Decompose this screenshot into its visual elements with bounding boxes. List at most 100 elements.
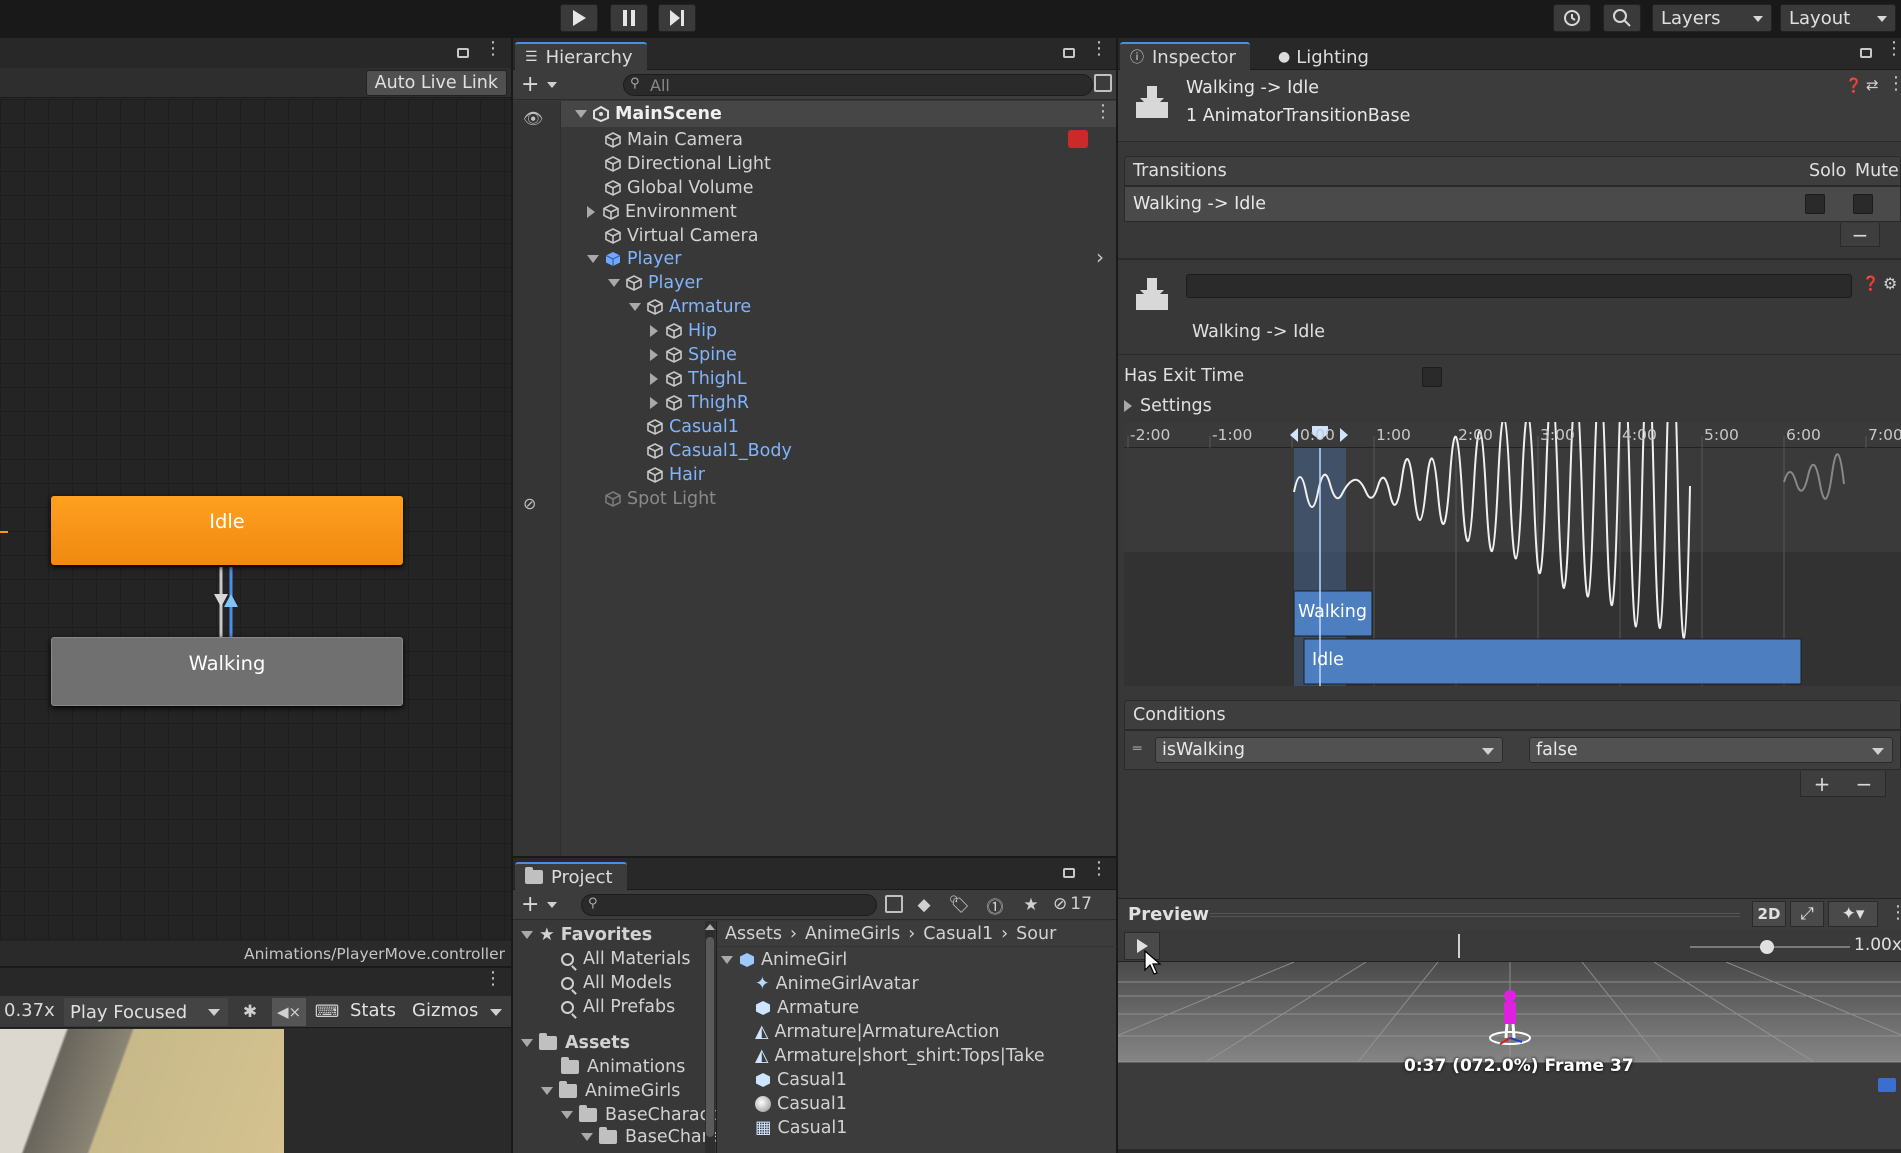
more-options-icon[interactable]: ⋮ <box>484 970 502 988</box>
hierarchy-search[interactable]: ⚲ All <box>623 74 1093 96</box>
keyboard-icon[interactable]: ⌨ <box>310 1000 344 1024</box>
search-button[interactable] <box>1603 4 1641 32</box>
breadcrumb-item[interactable]: AnimeGirls <box>805 924 900 944</box>
tab-inspector[interactable]: ⓘ Inspector <box>1120 42 1250 70</box>
tree-scrollbar[interactable] <box>705 921 715 1153</box>
play-mode-dropdown[interactable]: Play Focused <box>64 998 228 1026</box>
warning-icon[interactable]: ⓵ <box>980 893 1010 918</box>
lock-icon[interactable] <box>457 48 469 58</box>
file-item[interactable]: Casual1 <box>755 1092 847 1116</box>
chevron-right-icon[interactable] <box>650 349 658 361</box>
lock-icon[interactable] <box>1860 48 1872 58</box>
hierarchy-item[interactable]: Player <box>608 271 702 295</box>
file-item[interactable]: Armature <box>755 996 859 1020</box>
favorites-header[interactable]: ★ Favorites <box>521 923 652 947</box>
condition-value-dropdown[interactable]: false <box>1529 737 1893 763</box>
gear-icon[interactable]: ⚙ <box>1883 274 1897 293</box>
tree-item[interactable]: AnimeGirls <box>541 1079 680 1103</box>
has-exit-time-checkbox[interactable] <box>1422 367 1442 387</box>
favorite-item[interactable]: All Prefabs <box>561 995 675 1019</box>
hierarchy-item[interactable]: Casual1_Body <box>647 439 792 463</box>
stats-button[interactable]: Stats <box>350 1000 396 1021</box>
mute-audio-icon[interactable]: ◀× <box>272 998 306 1026</box>
hierarchy-item[interactable]: ThighR <box>650 391 749 415</box>
chevron-down-icon[interactable] <box>541 1087 553 1095</box>
history-button[interactable] <box>1553 4 1591 32</box>
auto-live-link-button[interactable]: Auto Live Link <box>365 70 507 96</box>
bug-icon[interactable]: ✱ <box>234 1000 266 1024</box>
pivot-icon[interactable]: ⤢ <box>1790 901 1824 927</box>
layers-dropdown[interactable]: Layers <box>1652 4 1772 32</box>
label-tag-icon[interactable]: 🏷 <box>944 893 974 917</box>
hierarchy-item[interactable]: Hair <box>647 463 705 487</box>
chevron-down-icon[interactable] <box>629 303 641 311</box>
label-tag-icon[interactable] <box>1878 1078 1896 1092</box>
layout-dropdown[interactable]: Layout <box>1780 4 1896 32</box>
project-search[interactable]: ⚲ <box>581 894 877 916</box>
solo-checkbox[interactable] <box>1805 194 1825 214</box>
file-item[interactable]: ✦ AnimeGirlAvatar <box>755 972 919 996</box>
chevron-right-icon[interactable]: › <box>1096 245 1104 269</box>
chevron-right-icon[interactable] <box>587 206 595 218</box>
hierarchy-item[interactable]: Directional Light <box>605 152 771 176</box>
breadcrumb-item[interactable]: Assets <box>725 924 782 944</box>
transition-row[interactable]: Walking -> Idle <box>1124 186 1901 222</box>
remove-condition-button[interactable]: − <box>1856 772 1873 796</box>
pause-button[interactable] <box>610 4 648 32</box>
preview-2d-button[interactable]: 2D <box>1752 901 1786 927</box>
chevron-down-icon[interactable] <box>721 956 733 964</box>
chevron-down-icon[interactable] <box>521 931 533 939</box>
file-item[interactable]: ◭ Armature|ArmatureAction <box>755 1020 1000 1044</box>
chevron-down-icon[interactable] <box>561 1111 573 1119</box>
add-icon[interactable]: + <box>521 72 539 97</box>
scale-value[interactable]: 0.37x <box>4 1000 55 1021</box>
remove-transition-button[interactable]: − <box>1840 223 1880 247</box>
step-button[interactable] <box>658 4 696 32</box>
more-options-icon[interactable]: ⋮ <box>1885 40 1901 58</box>
state-idle[interactable]: Idle <box>51 496 403 565</box>
state-walking[interactable]: Walking <box>51 637 403 706</box>
scene-row[interactable]: MainScene ⋮ <box>561 101 1116 127</box>
star-icon[interactable]: ★ <box>1016 893 1046 917</box>
add-icon[interactable]: + <box>521 892 539 917</box>
add-condition-button[interactable]: + <box>1814 772 1831 796</box>
hierarchy-item[interactable]: Player <box>587 247 681 271</box>
hierarchy-item[interactable]: Spot Light <box>605 487 716 511</box>
breadcrumb-item[interactable]: Sour <box>1016 924 1056 944</box>
file-item[interactable]: ▦ Casual1 <box>755 1116 847 1140</box>
hierarchy-item[interactable]: Casual1 <box>647 415 739 439</box>
chevron-right-icon[interactable] <box>650 373 658 385</box>
clip-walking[interactable]: Walking <box>1298 602 1367 622</box>
gizmos-button[interactable]: Gizmos <box>412 1000 478 1021</box>
help-icon[interactable]: ❓ <box>1862 276 1879 292</box>
scene-search-icon[interactable] <box>885 895 903 913</box>
file-item[interactable]: ◭ Armature|short_shirt:Tops|Take <box>755 1044 1045 1068</box>
lock-icon[interactable] <box>1063 868 1075 878</box>
chevron-down-icon[interactable] <box>608 279 620 287</box>
more-options-icon[interactable]: ⋮ <box>484 40 502 58</box>
animator-graph[interactable]: Idle Walking <box>0 99 511 955</box>
hidden-packages-toggle[interactable]: ⊘ 17 <box>1053 894 1092 914</box>
mute-checkbox[interactable] <box>1853 194 1873 214</box>
favorite-item[interactable]: All Models <box>561 971 672 995</box>
hierarchy-item[interactable]: Main Camera <box>605 128 743 152</box>
clip-idle[interactable]: Idle <box>1312 650 1344 670</box>
scene-search-icon[interactable] <box>1094 74 1112 92</box>
hierarchy-item[interactable]: Environment <box>587 200 737 224</box>
more-options-icon[interactable]: ⋮ <box>1090 40 1108 58</box>
hierarchy-item[interactable]: Spine <box>650 343 737 367</box>
assets-header[interactable]: Assets <box>521 1031 630 1055</box>
eye-hidden-icon[interactable]: ⊘ <box>523 494 536 513</box>
chevron-down-icon[interactable] <box>547 902 557 908</box>
play-button[interactable] <box>560 4 598 32</box>
chevron-down-icon[interactable] <box>581 1133 593 1141</box>
more-options-icon[interactable]: ⋮ <box>1094 103 1112 121</box>
preview-viewport[interactable]: 0:37 (072.0%) Frame 37 <box>1118 962 1901 1153</box>
speed-slider-thumb[interactable] <box>1760 940 1774 954</box>
preview-drag-bar[interactable] <box>1210 913 1740 917</box>
preset-icon[interactable]: ⇄ <box>1866 76 1879 94</box>
chevron-down-icon[interactable] <box>547 82 557 88</box>
settings-foldout[interactable]: Settings <box>1124 396 1212 416</box>
chevron-down-icon[interactable] <box>587 255 599 263</box>
transition-name-field[interactable] <box>1186 274 1852 298</box>
